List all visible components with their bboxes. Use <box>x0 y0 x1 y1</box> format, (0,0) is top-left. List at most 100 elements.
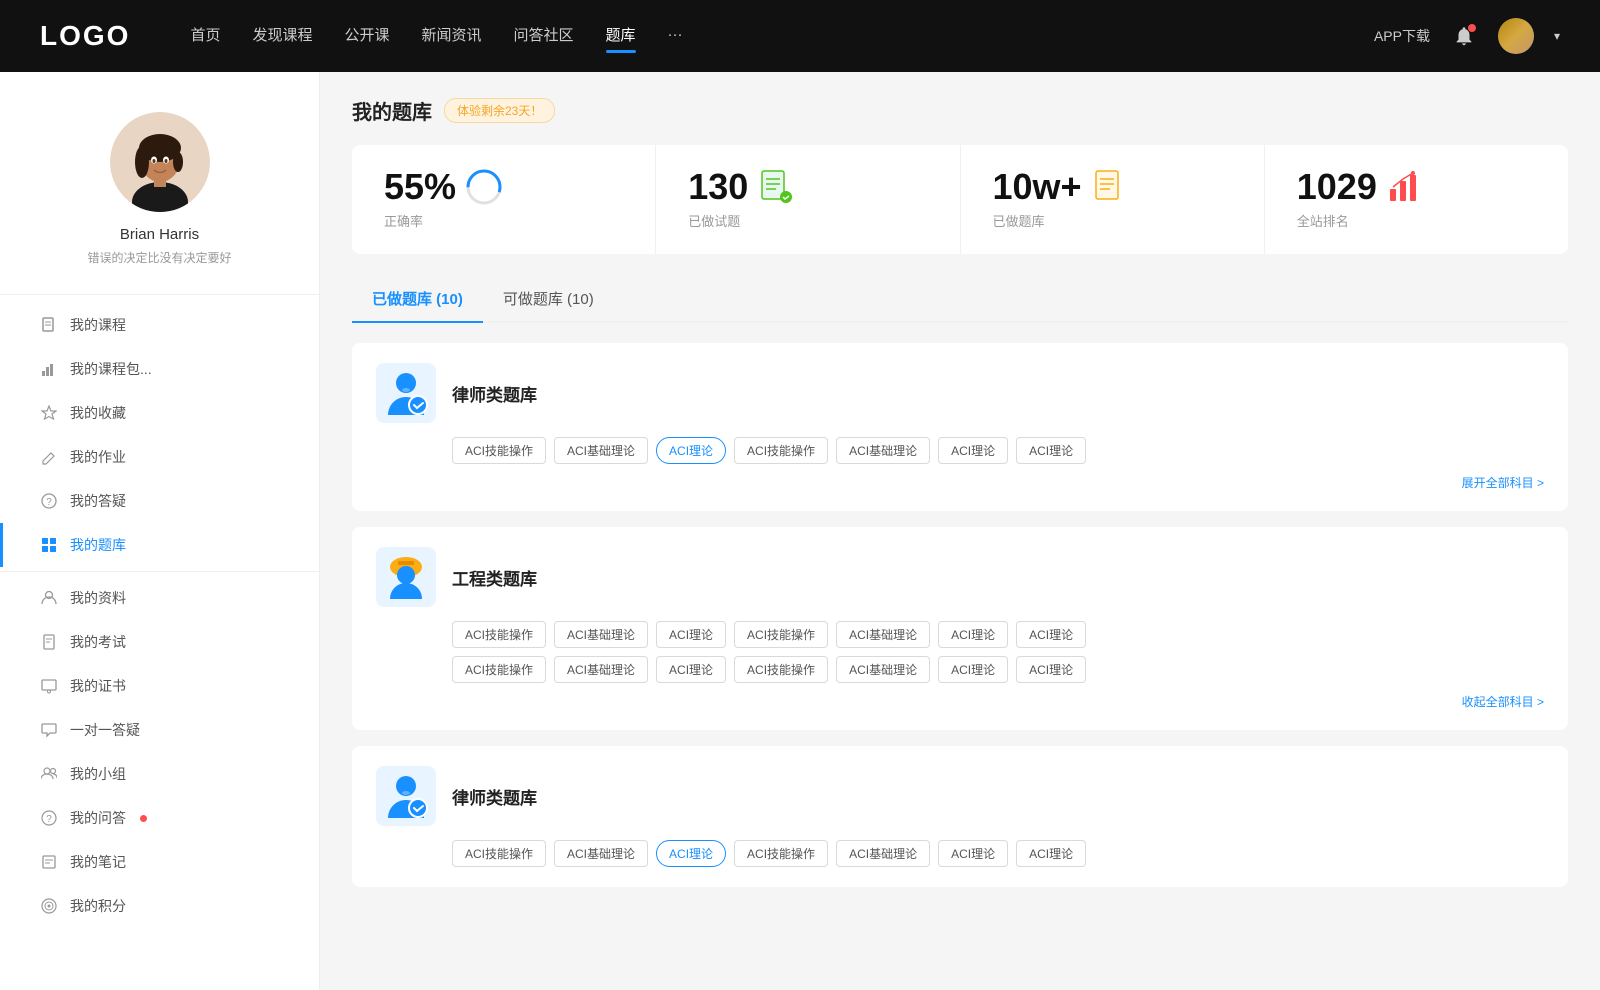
tab-done[interactable]: 已做题库 (10) <box>352 278 483 321</box>
svg-text:?: ? <box>46 814 52 825</box>
app-download-button[interactable]: APP下载 <box>1374 26 1430 46</box>
avatar-image <box>110 112 210 212</box>
qbank-tag[interactable]: ACI基础理论 <box>836 656 930 683</box>
qbank-tag[interactable]: ACI基础理论 <box>836 437 930 464</box>
sidebar-item-answers-label: 我的答疑 <box>70 491 126 511</box>
points-icon <box>40 897 58 915</box>
qbank-tag[interactable]: ACI理论 <box>938 621 1008 648</box>
file-icon <box>40 633 58 651</box>
sidebar-item-cert-label: 我的证书 <box>70 676 126 696</box>
qbank-tag[interactable]: ACI理论 <box>938 656 1008 683</box>
sidebar-item-myqa[interactable]: ? 我的问答 <box>0 796 319 840</box>
qbank-tag[interactable]: ACI理论 <box>1016 437 1086 464</box>
qbank-tag[interactable]: ACI技能操作 <box>734 656 828 683</box>
qbank-tags-lawyer-1: ACI技能操作 ACI基础理论 ACI理论 ACI技能操作 ACI基础理论 AC… <box>452 437 1544 464</box>
sidebar-item-coursepack-label: 我的课程包... <box>70 359 152 379</box>
avatar-dropdown-arrow[interactable]: ▾ <box>1554 29 1560 43</box>
stat-ranking: 1029 全站排名 <box>1265 145 1568 254</box>
sidebar-item-notes-label: 我的笔记 <box>70 852 126 872</box>
qbank-card-engineer-1: 工程类题库 ACI技能操作 ACI基础理论 ACI理论 ACI技能操作 ACI基… <box>352 527 1568 730</box>
qbank-tag[interactable]: ACI理论 <box>656 621 726 648</box>
stat-done-questions-label: 已做试题 <box>688 211 740 230</box>
sidebar-item-exam[interactable]: 我的考试 <box>0 620 319 664</box>
nav-open-course[interactable]: 公开课 <box>344 24 389 49</box>
nav-qbank[interactable]: 题库 <box>606 24 636 49</box>
sidebar-item-cert[interactable]: 我的证书 <box>0 664 319 708</box>
sidebar-item-profile[interactable]: 我的资料 <box>0 576 319 620</box>
stat-done-banks-top: 10w+ <box>993 169 1128 205</box>
sidebar-item-onetoone-label: 一对一答疑 <box>70 720 140 740</box>
qbank-tag[interactable]: ACI技能操作 <box>452 437 546 464</box>
profile-name: Brian Harris <box>120 226 199 243</box>
qbank-tag[interactable]: ACI基础理论 <box>554 437 648 464</box>
tab-available[interactable]: 可做题库 (10) <box>483 278 614 321</box>
qbank-tag[interactable]: ACI理论 <box>938 437 1008 464</box>
notification-dot <box>1468 24 1476 32</box>
stat-done-questions: 130 已做试题 <box>656 145 960 254</box>
sidebar-item-onetoone[interactable]: 一对一答疑 <box>0 708 319 752</box>
qbank-tag[interactable]: ACI基础理论 <box>554 656 648 683</box>
stat-done-banks-number: 10w+ <box>993 169 1082 205</box>
qbank-tag[interactable]: ACI基础理论 <box>836 621 930 648</box>
qbank-tag[interactable]: ACI理论 <box>1016 621 1086 648</box>
qbank-tag[interactable]: ACI基础理论 <box>554 621 648 648</box>
edit-icon <box>40 448 58 466</box>
sidebar-item-answers[interactable]: ? 我的答疑 <box>0 479 319 523</box>
qbank-card-lawyer-1: 律师类题库 ACI技能操作 ACI基础理论 ACI理论 ACI技能操作 ACI基… <box>352 343 1568 511</box>
nav-more[interactable]: ··· <box>668 26 683 47</box>
qbank-tag[interactable]: ACI理论 <box>938 840 1008 867</box>
qbank-expand-engineer-1[interactable]: 收起全部科目 > <box>376 693 1544 710</box>
sidebar-item-qbank[interactable]: 我的题库 <box>0 523 319 567</box>
user-avatar[interactable] <box>1498 18 1534 54</box>
qbank-tag-highlighted[interactable]: ACI理论 <box>656 437 726 464</box>
stat-done-questions-top: 130 <box>688 169 794 205</box>
qbank-tag[interactable]: ACI技能操作 <box>452 621 546 648</box>
qbank-card-lawyer-1-header: 律师类题库 <box>376 363 1544 423</box>
sidebar-item-mycourse[interactable]: 我的课程 <box>0 303 319 347</box>
qbank-tag[interactable]: ACI理论 <box>656 656 726 683</box>
engineer-svg-1 <box>380 551 432 603</box>
qbank-tag[interactable]: ACI技能操作 <box>734 437 828 464</box>
qbank-tag[interactable]: ACI基础理论 <box>836 840 930 867</box>
nav-news[interactable]: 新闻资讯 <box>422 24 482 49</box>
sidebar-item-profile-label: 我的资料 <box>70 588 126 608</box>
qbank-tag[interactable]: ACI技能操作 <box>734 840 828 867</box>
qbank-tag[interactable]: ACI理论 <box>1016 656 1086 683</box>
header-right: APP下载 ▾ <box>1374 18 1560 54</box>
sidebar-item-homework[interactable]: 我的作业 <box>0 435 319 479</box>
notification-bell[interactable] <box>1450 22 1478 50</box>
qbank-tag[interactable]: ACI理论 <box>1016 840 1086 867</box>
stat-done-banks-label: 已做题库 <box>993 211 1045 230</box>
profile-avatar <box>110 112 210 212</box>
stat-accuracy: 55% 正确率 <box>352 145 656 254</box>
qbank-expand-lawyer-1[interactable]: 展开全部科目 > <box>376 474 1544 491</box>
main-nav: 首页 发现课程 公开课 新闻资讯 问答社区 题库 ··· <box>190 24 1374 49</box>
qbank-tag-highlighted[interactable]: ACI理论 <box>656 840 726 867</box>
profile-motto: 错误的决定比没有决定要好 <box>87 249 231 266</box>
qa-icon: ? <box>40 809 58 827</box>
logo: LOGO <box>40 20 130 52</box>
done-banks-icon <box>1092 169 1128 205</box>
qbank-tag[interactable]: ACI技能操作 <box>734 621 828 648</box>
qbank-tag[interactable]: ACI技能操作 <box>452 656 546 683</box>
star-icon <box>40 404 58 422</box>
green-doc-icon <box>758 169 794 205</box>
sidebar-item-notes[interactable]: 我的笔记 <box>0 840 319 884</box>
nav-qa[interactable]: 问答社区 <box>514 24 574 49</box>
qbank-title-lawyer-2: 律师类题库 <box>452 784 537 809</box>
sidebar-item-group-label: 我的小组 <box>70 764 126 784</box>
nav-home[interactable]: 首页 <box>190 24 220 49</box>
qbank-card-engineer-1-header: 工程类题库 <box>376 547 1544 607</box>
stat-ranking-top: 1029 <box>1297 169 1423 205</box>
sidebar-item-group[interactable]: 我的小组 <box>0 752 319 796</box>
sidebar-item-points[interactable]: 我的积分 <box>0 884 319 928</box>
red-chart-icon <box>1387 169 1423 205</box>
stat-ranking-label: 全站排名 <box>1297 211 1349 230</box>
qbank-tag[interactable]: ACI技能操作 <box>452 840 546 867</box>
sidebar-item-favorites[interactable]: 我的收藏 <box>0 391 319 435</box>
sidebar: Brian Harris 错误的决定比没有决定要好 我的课程 我的课程包... <box>0 72 320 990</box>
stat-done-banks: 10w+ 已做题库 <box>961 145 1265 254</box>
qbank-tag[interactable]: ACI基础理论 <box>554 840 648 867</box>
nav-discover[interactable]: 发现课程 <box>252 24 312 49</box>
sidebar-item-coursepack[interactable]: 我的课程包... <box>0 347 319 391</box>
